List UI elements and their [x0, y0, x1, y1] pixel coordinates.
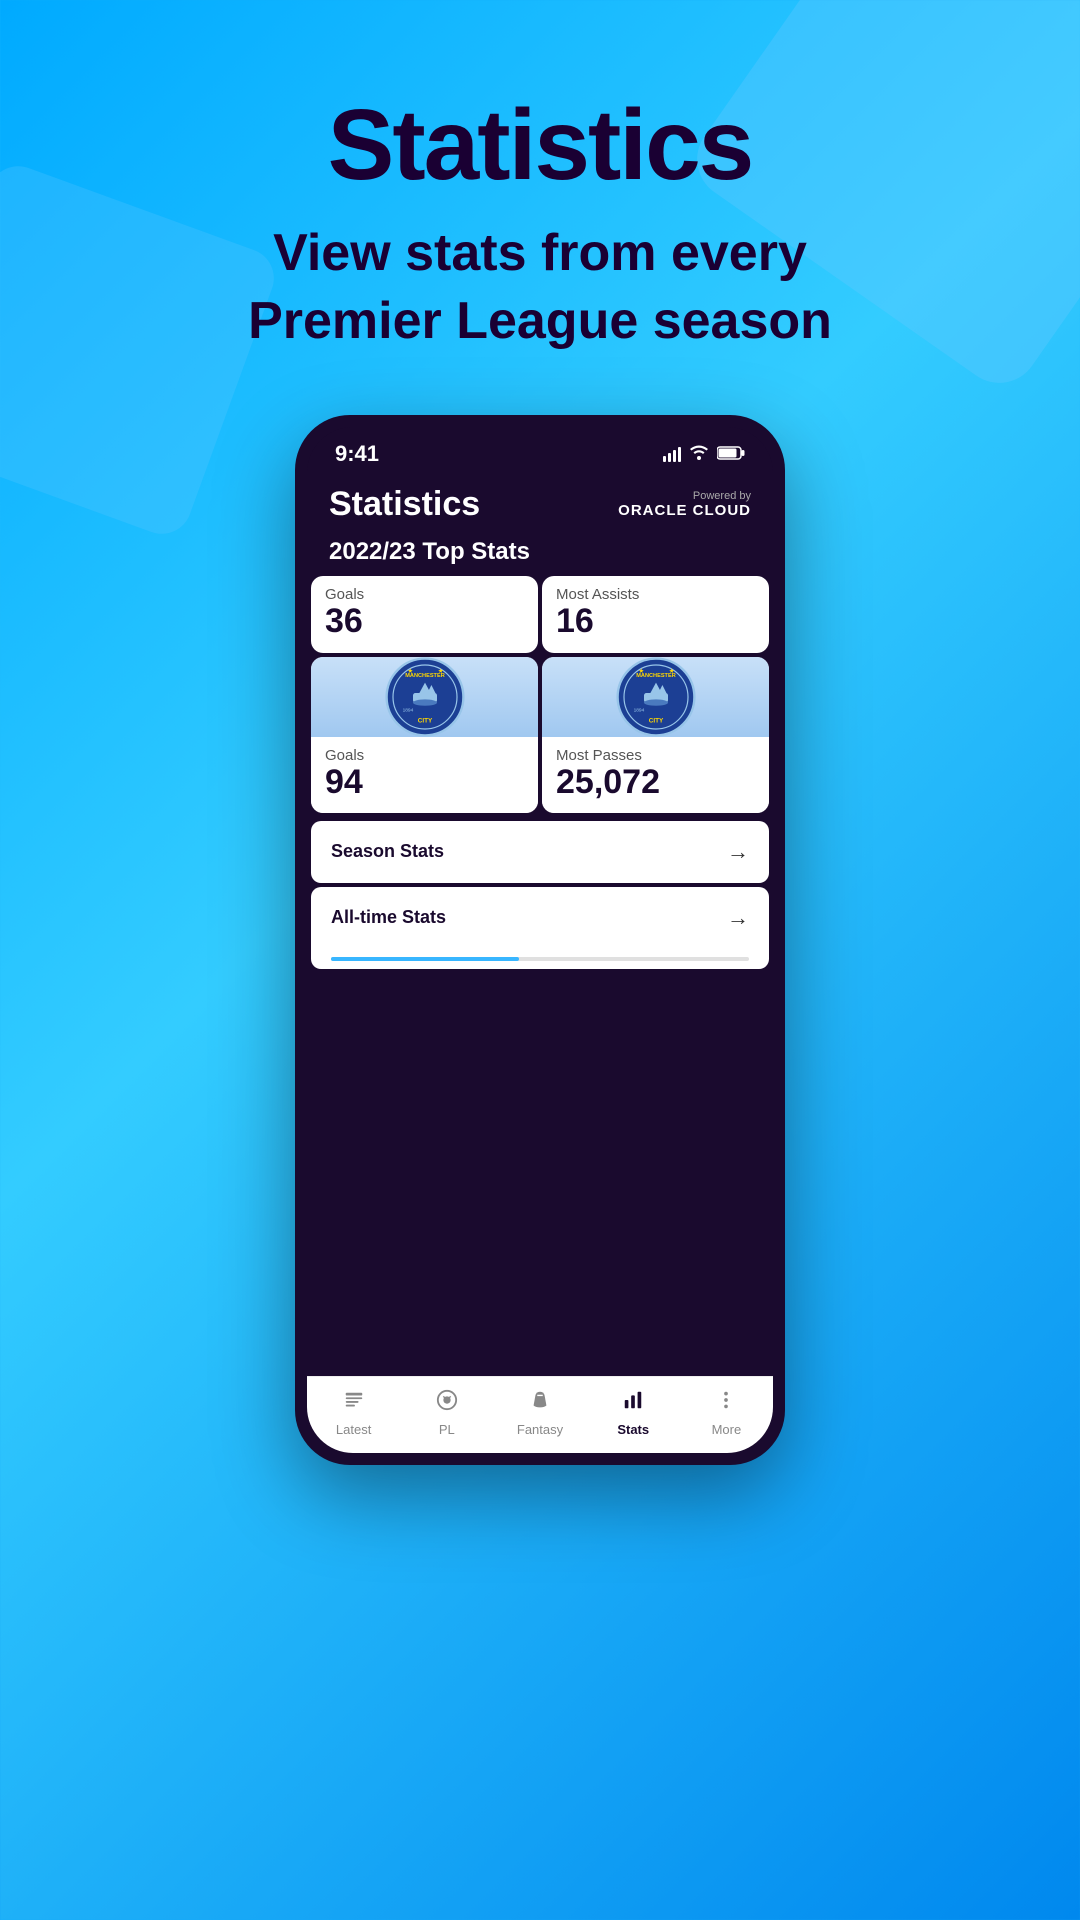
stats-icon — [622, 1389, 644, 1418]
stat-card-passes[interactable]: MANCHESTER CITY ★ ★ 1894 — [542, 657, 769, 813]
bottom-nav: Latest PL — [307, 1376, 773, 1453]
svg-text:CITY: CITY — [648, 717, 663, 724]
svg-text:★: ★ — [638, 668, 644, 675]
stat-value-club-goals: 94 — [325, 764, 524, 801]
season-stats-row[interactable]: Season Stats → — [311, 821, 769, 883]
progress-area — [311, 949, 769, 969]
svg-text:★: ★ — [407, 668, 413, 675]
oracle-brand: Powered by ORACLE CLOUD — [618, 490, 751, 520]
pl-label: PL — [439, 1422, 455, 1437]
app-header: Statistics Powered by ORACLE CLOUD — [307, 475, 773, 532]
page-title: Statistics — [0, 90, 1080, 200]
svg-text:CITY: CITY — [417, 717, 432, 724]
battery-icon — [717, 444, 745, 465]
progress-fill — [331, 957, 519, 961]
season-label: 2022/23 Top Stats — [307, 532, 773, 576]
latest-icon — [343, 1390, 365, 1418]
status-bar: 9:41 — [307, 427, 773, 475]
page-subtitle: View stats from everyPremier League seas… — [0, 220, 1080, 355]
stat-card-assists-player[interactable]: ETIHADAIRWAYS puma Most Assists — [542, 576, 769, 652]
fantasy-label: Fantasy — [517, 1422, 563, 1437]
app-title: Statistics — [329, 485, 480, 524]
stat-info-assists: Most Assists 16 — [542, 576, 769, 652]
phone-screen: 9:41 — [307, 427, 773, 1453]
phone-wrapper: 9:41 — [0, 395, 1080, 1465]
stat-label-assists: Most Assists — [556, 586, 755, 603]
more-label: More — [712, 1422, 742, 1437]
man-city-crest-2: MANCHESTER CITY ★ ★ 1894 — [616, 657, 696, 737]
nav-item-pl[interactable]: PL — [400, 1389, 493, 1437]
man-city-crest-1: MANCHESTER CITY ★ — [385, 657, 465, 737]
svg-text:★: ★ — [668, 668, 674, 675]
stat-label-goals: Goals — [325, 586, 524, 603]
pl-icon — [436, 1389, 458, 1418]
alltime-stats-row[interactable]: All-time Stats → — [311, 887, 769, 949]
svg-text:★: ★ — [437, 668, 443, 675]
stat-card-goals-player[interactable]: ETIHADAIRWAYS puma Goals 36 — [311, 576, 538, 652]
stat-label-passes: Most Passes — [556, 747, 755, 764]
status-icons — [663, 444, 745, 465]
nav-item-latest[interactable]: Latest — [307, 1390, 400, 1437]
app-content: Statistics Powered by ORACLE CLOUD 2022/… — [307, 475, 773, 1453]
fantasy-icon — [529, 1389, 551, 1418]
powered-by-label: Powered by — [618, 490, 751, 502]
signal-icon — [663, 447, 681, 462]
nav-item-fantasy[interactable]: Fantasy — [493, 1389, 586, 1437]
stats-grid: ETIHADAIRWAYS puma Goals 36 — [307, 576, 773, 813]
header-section: Statistics View stats from everyPremier … — [0, 0, 1080, 395]
stat-info-goals-player: Goals 36 — [311, 576, 538, 652]
club-passes-image: MANCHESTER CITY ★ ★ 1894 — [542, 657, 769, 737]
alltime-stats-label: All-time Stats — [331, 907, 446, 928]
stat-value-goals: 36 — [325, 603, 524, 640]
phone-device: 9:41 — [295, 415, 785, 1465]
stats-label: Stats — [617, 1422, 649, 1437]
season-stats-label: Season Stats — [331, 841, 444, 862]
club-goals-image: MANCHESTER CITY ★ — [311, 657, 538, 737]
svg-text:1894: 1894 — [633, 707, 644, 713]
wifi-icon — [689, 444, 709, 465]
status-time: 9:41 — [335, 441, 379, 467]
stat-card-club-goals[interactable]: MANCHESTER CITY ★ — [311, 657, 538, 813]
stat-info-passes: Most Passes 25,072 — [542, 737, 769, 813]
stat-value-passes: 25,072 — [556, 764, 755, 801]
season-stats-arrow: → — [727, 839, 749, 865]
nav-item-more[interactable]: More — [680, 1389, 773, 1437]
stat-label-club-goals: Goals — [325, 747, 524, 764]
stat-value-assists: 16 — [556, 603, 755, 640]
progress-track — [331, 957, 749, 961]
nav-item-stats[interactable]: Stats — [587, 1389, 680, 1437]
more-icon — [715, 1389, 737, 1418]
latest-label: Latest — [336, 1422, 371, 1437]
alltime-stats-arrow: → — [727, 905, 749, 931]
oracle-text: ORACLE CLOUD — [618, 502, 751, 519]
svg-text:1894: 1894 — [402, 707, 413, 713]
stat-info-club-goals: Goals 94 — [311, 737, 538, 813]
